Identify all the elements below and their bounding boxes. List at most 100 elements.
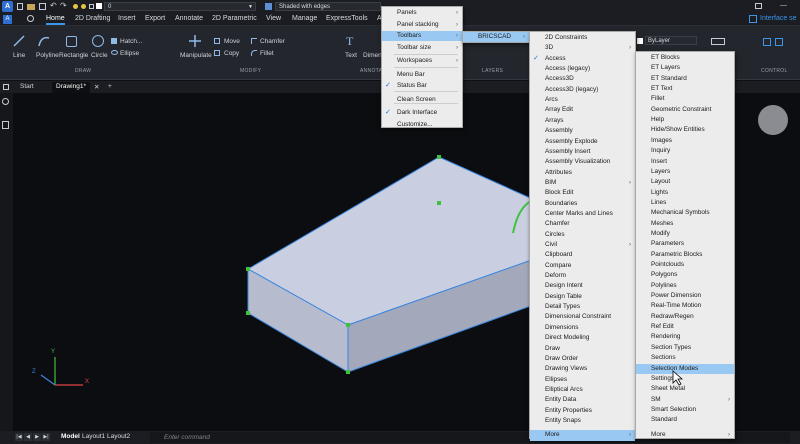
polyline-button[interactable]: Polyline — [36, 52, 59, 59]
menu-item-draw-order[interactable]: Draw Order — [530, 354, 635, 364]
polyline-icon[interactable] — [37, 34, 51, 48]
redo-icon[interactable]: ↷ — [60, 1, 67, 10]
menu-item-boundaries[interactable]: Boundaries — [530, 199, 635, 209]
move-button[interactable]: Move — [224, 38, 240, 45]
text-icon[interactable]: T — [346, 34, 353, 49]
menu-item-assembly-explode[interactable]: Assembly Explode — [530, 137, 635, 147]
minimize-icon[interactable]: — — [780, 2, 787, 9]
menu-item-entity-data[interactable]: Entity Data — [530, 395, 635, 405]
menu-item-polygons[interactable]: Polygons — [636, 270, 734, 280]
menu-item-3d[interactable]: 3D › — [530, 43, 635, 53]
prev-layout-icon[interactable]: ◀ — [24, 433, 32, 441]
line-button[interactable]: Line — [13, 52, 25, 59]
menu-item-center-marks-and-lines[interactable]: Center Marks and Lines — [530, 209, 635, 219]
menu-item-block-edit[interactable]: Block Edit — [530, 188, 635, 198]
rectangle-icon[interactable] — [66, 36, 77, 47]
menu-item-et-layers[interactable]: ET Layers — [636, 63, 734, 73]
menu-item-toolbars[interactable]: Toolbars › — [382, 31, 462, 42]
circle-icon[interactable] — [92, 35, 104, 47]
open-folder-icon[interactable] — [27, 4, 35, 10]
menu-item-dimensional-constraint[interactable]: Dimensional Constraint — [530, 312, 635, 322]
menu-item-more[interactable]: More › — [636, 430, 734, 440]
tab-expresstools[interactable]: ExpressTools — [326, 15, 368, 22]
circle-button[interactable]: Circle — [91, 52, 108, 59]
menu-item-menu-bar[interactable]: Menu Bar — [382, 70, 462, 80]
menu-item-selection-modes[interactable]: Selection Modes — [636, 363, 734, 374]
menu-item-workspaces[interactable]: Workspaces › — [382, 56, 462, 66]
menu-item-et-text[interactable]: ET Text — [636, 84, 734, 94]
menu-item-array-edit[interactable]: Array Edit — [530, 105, 635, 115]
menu-item-dimensions[interactable]: Dimensions — [530, 323, 635, 333]
control-icon-2[interactable] — [775, 38, 783, 46]
menu-item-attributes[interactable]: Attributes — [530, 168, 635, 178]
app-menu-button[interactable]: A — [2, 1, 13, 12]
menu-item-draw[interactable]: Draw — [530, 344, 635, 354]
manipulate-button[interactable]: Manipulate — [180, 52, 212, 59]
menu-item-design-table[interactable]: Design Table — [530, 292, 635, 302]
menu-item-compare[interactable]: Compare — [530, 261, 635, 271]
menu-item-chamfer[interactable]: Chamfer — [530, 219, 635, 229]
menu-item-pointclouds[interactable]: Pointclouds — [636, 260, 734, 270]
menu-item-geometric-constraint[interactable]: Geometric Constraint — [636, 105, 734, 115]
menu-item-et-blocks[interactable]: ET Blocks — [636, 53, 734, 63]
tab-2d-drafting[interactable]: 2D Drafting — [75, 15, 110, 22]
menu-item-panels[interactable]: Panels › — [382, 8, 462, 18]
save-icon[interactable] — [39, 3, 46, 10]
menu-item-sheet-metal[interactable]: Sheet Metal — [636, 384, 734, 394]
tab-export[interactable]: Export — [145, 15, 165, 22]
bylayer-dropdown[interactable]: ByLayer — [645, 36, 697, 45]
menu-item-help[interactable]: Help — [636, 115, 734, 125]
menu-item-insert[interactable]: Insert — [636, 157, 734, 167]
menu-item-lines[interactable]: Lines — [636, 198, 734, 208]
menu-item-meshes[interactable]: Meshes — [636, 219, 734, 229]
lightbulb-icon[interactable] — [2, 98, 9, 105]
menu-item-modify[interactable]: Modify — [636, 229, 734, 239]
hatch-button[interactable]: Hatch... — [120, 38, 142, 45]
menu-item-drawing-views[interactable]: Drawing Views — [530, 364, 635, 374]
menu-item-inquiry[interactable]: Inquiry — [636, 146, 734, 156]
menu-item-mechanical-symbols[interactable]: Mechanical Symbols — [636, 208, 734, 218]
chamfer-button[interactable]: Chamfer — [260, 38, 285, 45]
manipulate-icon[interactable] — [188, 34, 202, 48]
menu-item-et-standard[interactable]: ET Standard — [636, 74, 734, 84]
tab-manage[interactable]: Manage — [292, 15, 317, 22]
menu-item-circles[interactable]: Circles — [530, 230, 635, 240]
tab-2d-parametric[interactable]: 2D Parametric — [212, 15, 257, 22]
menu-grid-icon[interactable] — [3, 84, 9, 90]
menu-item-layout[interactable]: Layout — [636, 177, 734, 187]
menu-item-polylines[interactable]: Polylines — [636, 281, 734, 291]
next-layout-icon[interactable]: ▶ — [33, 433, 41, 441]
control-icon-1[interactable] — [763, 38, 771, 46]
text-button[interactable]: Text — [345, 52, 357, 59]
rectangle-button[interactable]: Rectangle — [59, 52, 88, 59]
menu-item-status-bar[interactable]: Status Bar ✓ — [382, 81, 462, 91]
menu-item-bricscad[interactable]: BRICSCAD › — [463, 32, 529, 43]
menu-item-assembly[interactable]: Assembly — [530, 126, 635, 136]
search-icon[interactable] — [27, 15, 34, 22]
menu-item-smart-selection[interactable]: Smart Selection — [636, 405, 734, 415]
layout-tab-model[interactable]: Model — [61, 433, 80, 440]
menu-item-assembly-visualization[interactable]: Assembly Visualization — [530, 157, 635, 167]
menu-item-sm[interactable]: SM › — [636, 395, 734, 405]
menu-item-more[interactable]: More › — [530, 430, 635, 441]
layout-tab-layout2[interactable]: Layout2 — [107, 433, 130, 440]
menu-item-power-dimension[interactable]: Power Dimension — [636, 291, 734, 301]
menu-item-entity-snaps[interactable]: Entity Snaps — [530, 416, 635, 426]
menu-item-detail-types[interactable]: Detail Types — [530, 302, 635, 312]
doc-tab-drawing1[interactable]: Drawing1* — [52, 82, 90, 93]
menu-item-panel-stacking[interactable]: Panel stacking › — [382, 20, 462, 30]
menu-item-design-intent[interactable]: Design Intent — [530, 281, 635, 291]
menu-item-entity-properties[interactable]: Entity Properties — [530, 406, 635, 416]
menu-item-access3d[interactable]: Access3D — [530, 74, 635, 84]
dimension-button[interactable]: Dimen — [363, 52, 382, 59]
menu-item-ref-edit[interactable]: Ref Edit — [636, 322, 734, 332]
new-file-icon[interactable] — [17, 3, 23, 10]
menu-item-toolbar-size[interactable]: Toolbar size › — [382, 43, 462, 53]
menu-item-access-legacy[interactable]: Access (legacy) — [530, 64, 635, 74]
menu-item-standard[interactable]: Standard — [636, 415, 734, 425]
line-icon[interactable] — [12, 34, 26, 48]
menu-item-civil[interactable]: Civil › — [530, 240, 635, 250]
menu-item-redraw-regen[interactable]: Redraw/Regen — [636, 312, 734, 322]
layers-panel-icon[interactable] — [2, 121, 9, 129]
tab-home[interactable]: Home — [46, 15, 65, 25]
